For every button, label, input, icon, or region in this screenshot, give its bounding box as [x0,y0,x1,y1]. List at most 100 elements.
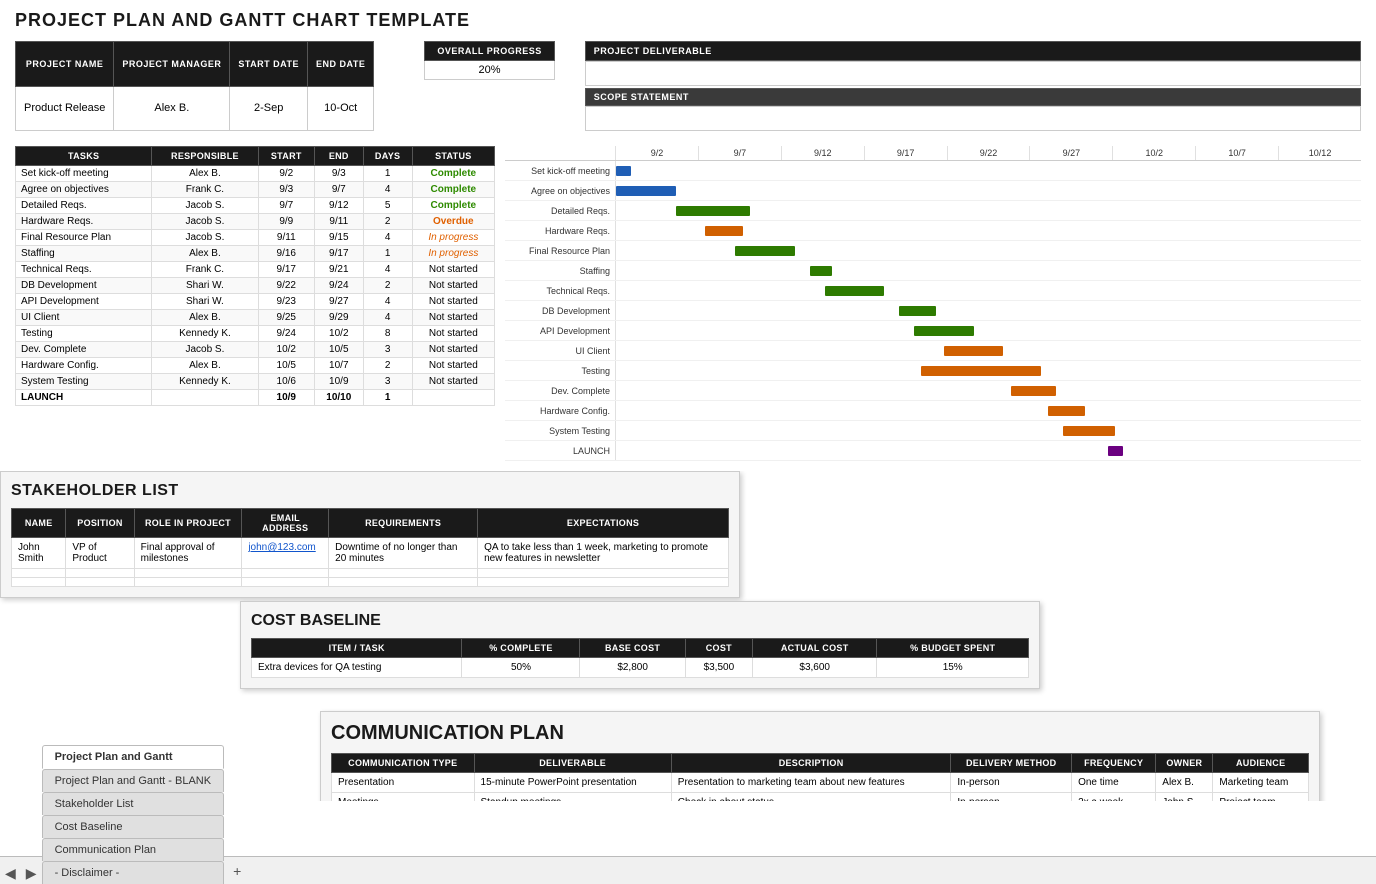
cost-cost: $3,500 [685,658,752,678]
st-role: Final approval of milestones [134,538,242,569]
cost-row: Extra devices for QA testing 50% $2,800 … [252,658,1029,678]
task-end: 9/24 [314,278,363,294]
gantt-row-bars [615,361,1361,380]
stakeholder-col-header: EXPECTATIONS [478,509,729,538]
task-responsible: Alex B. [152,358,258,374]
tasks-col-end: END [314,147,363,166]
project-header: PROJECT NAME PROJECT MANAGER START DATE … [15,41,1361,131]
tab-item-1[interactable]: Project Plan and Gantt - BLANK [42,769,225,792]
project-name-value: Product Release [16,86,114,131]
comm-method: In-person [951,793,1072,802]
task-name: Testing [16,326,152,342]
gantt-date-label: 10/2 [1112,146,1195,160]
gantt-bar [921,366,1040,376]
task-days: 2 [363,278,412,294]
gantt-row-bars [615,201,1361,220]
task-status: Not started [412,294,494,310]
stakeholder-empty-row [12,578,729,587]
gantt-row-label: Set kick-off meeting [505,166,615,176]
gantt-row-bars [615,301,1361,320]
task-days: 4 [363,310,412,326]
gantt-row-bars [615,221,1361,240]
tab-item-0[interactable]: Project Plan and Gantt [42,745,225,769]
task-start: 9/25 [258,310,314,326]
gantt-row-label: Hardware Reqs. [505,226,615,236]
task-end: 9/7 [314,182,363,198]
gantt-row-label: Final Resource Plan [505,246,615,256]
tab-scroll-right[interactable]: ▶ [21,863,42,884]
task-end: 10/9 [314,374,363,390]
task-end: 9/3 [314,166,363,182]
stakeholder-col-header: NAME [12,509,66,538]
gantt-date-label: 9/17 [864,146,947,160]
gantt-bar [914,326,974,336]
stakeholder-row: John Smith VP of Product Final approval … [12,538,729,569]
cost-pct-budget: 15% [877,658,1029,678]
task-responsible: Jacob S. [152,214,258,230]
task-name: DB Development [16,278,152,294]
task-end: 9/12 [314,198,363,214]
tasks-col-responsible: RESPONSIBLE [152,147,258,166]
gantt-row-label: System Testing [505,426,615,436]
task-start: 9/23 [258,294,314,310]
tab-scroll-left[interactable]: ◀ [0,863,21,884]
task-responsible: Alex B. [152,310,258,326]
task-end: 9/29 [314,310,363,326]
cost-col-header: BASE COST [580,639,685,658]
tab-item-3[interactable]: Cost Baseline [42,815,225,838]
task-days: 1 [363,166,412,182]
st-requirements: Downtime of no longer than 20 minutes [329,538,478,569]
tasks-col-task: TASKS [16,147,152,166]
tasks-table: TASKS RESPONSIBLE START END DAYS STATUS … [15,146,495,406]
task-name: Dev. Complete [16,342,152,358]
comm-col-header: DESCRIPTION [671,754,951,773]
gantt-row-label: DB Development [505,306,615,316]
task-days: 2 [363,358,412,374]
task-status: Not started [412,310,494,326]
gantt-row-bars [615,281,1361,300]
task-end: 9/17 [314,246,363,262]
task-status: In progress [412,246,494,262]
task-start: 9/24 [258,326,314,342]
cost-item: Extra devices for QA testing [252,658,462,678]
task-responsible: Alex B. [152,246,258,262]
start-date-header: START DATE [230,42,308,87]
task-responsible: Kennedy K. [152,374,258,390]
gantt-row-label: LAUNCH [505,446,615,456]
task-days: 1 [363,246,412,262]
gantt-row-bars [615,241,1361,260]
task-start: 10/9 [258,390,314,406]
gantt-bar [899,306,936,316]
comm-method: In-person [951,773,1072,793]
tab-item-5[interactable]: - Disclaimer - [42,861,225,884]
gantt-bar [616,166,631,176]
task-days: 1 [363,390,412,406]
task-name: Set kick-off meeting [16,166,152,182]
task-start: 9/7 [258,198,314,214]
gantt-bar [735,246,795,256]
scope-content [585,106,1361,131]
tab-item-2[interactable]: Stakeholder List [42,792,225,815]
cost-col-header: ACTUAL COST [752,639,876,658]
task-responsible [152,390,258,406]
cost-title: COST BASELINE [251,612,1029,630]
tasks-gantt-section: TASKS RESPONSIBLE START END DAYS STATUS … [15,146,1361,461]
task-responsible: Jacob S. [152,230,258,246]
task-status: Complete [412,182,494,198]
tab-item-4[interactable]: Communication Plan [42,838,225,861]
task-start: 9/16 [258,246,314,262]
task-days: 4 [363,262,412,278]
comm-row: Presentation 15-minute PowerPoint presen… [332,773,1309,793]
cost-col-header: COST [685,639,752,658]
overall-progress-header: OVERALL PROGRESS [425,42,554,61]
comm-col-header: DELIVERABLE [474,754,671,773]
stakeholder-col-header: REQUIREMENTS [329,509,478,538]
tab-add-button[interactable]: + [225,858,249,884]
gantt-row-label: Technical Reqs. [505,286,615,296]
comm-audience: Marketing team [1213,773,1309,793]
gantt-row: Dev. Complete [505,381,1361,401]
gantt-row-bars [615,381,1361,400]
gantt-row: UI Client [505,341,1361,361]
gantt-date-label: 9/22 [947,146,1030,160]
gantt-row-label: Agree on objectives [505,186,615,196]
